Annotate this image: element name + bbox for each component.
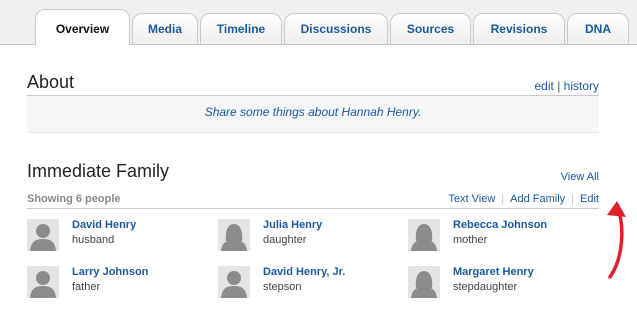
about-heading: About [27,72,75,92]
link-separator: | [557,79,561,93]
about-prompt[interactable]: Share some things about Hannah Henry. [27,96,599,133]
member-name[interactable]: Rebecca Johnson [453,219,547,231]
tab-overview[interactable]: Overview [35,9,130,45]
tab-timeline[interactable]: Timeline [200,13,282,44]
member-relation: daughter [263,234,307,246]
family-member: Larry Johnson father [27,266,207,306]
member-relation: father [72,281,101,293]
family-member: David Henry, Jr. stepson [218,266,398,306]
tab-media[interactable]: Media [132,13,198,44]
tab-discussions[interactable]: Discussions [284,13,388,44]
about-history-link[interactable]: history [564,79,599,93]
add-family-link[interactable]: Add Family [504,193,571,205]
member-name[interactable]: Larry Johnson [72,266,148,278]
tab-sources[interactable]: Sources [390,13,471,44]
family-member: Julia Henry daughter [218,219,398,259]
member-name[interactable]: Margaret Henry [453,266,534,278]
about-links: edit | history [534,79,599,93]
member-relation: stepson [263,281,302,293]
member-name[interactable]: David Henry, Jr. [263,266,345,278]
member-name[interactable]: David Henry [72,219,136,231]
tab-revisions[interactable]: Revisions [473,13,565,44]
member-relation: stepdaughter [453,281,518,293]
person-silhouette-icon[interactable] [27,266,59,298]
person-silhouette-female-icon[interactable] [408,266,440,298]
divider [27,208,599,209]
person-silhouette-female-icon[interactable] [408,219,440,251]
family-actions: Text View | Add Family | Edit [442,193,599,205]
family-count: Showing 6 people [27,193,121,205]
person-silhouette-female-icon[interactable] [218,219,250,251]
family-member: David Henry husband [27,219,207,259]
family-member: Rebecca Johnson mother [408,219,588,259]
text-view-link[interactable]: Text View [442,193,501,205]
person-silhouette-icon[interactable] [218,266,250,298]
member-relation: husband [72,234,115,246]
tab-dna[interactable]: DNA [567,13,629,44]
family-member: Margaret Henry stepdaughter [408,266,588,306]
member-name[interactable]: Julia Henry [263,219,322,231]
person-silhouette-icon[interactable] [27,219,59,251]
about-edit-link[interactable]: edit [534,79,553,93]
tab-bar: Overview Media Timeline Discussions Sour… [0,0,637,45]
view-all-link[interactable]: View All [561,171,599,183]
curved-arrow-icon [590,195,637,285]
family-heading: Immediate Family [27,161,170,181]
member-relation: mother [453,234,488,246]
